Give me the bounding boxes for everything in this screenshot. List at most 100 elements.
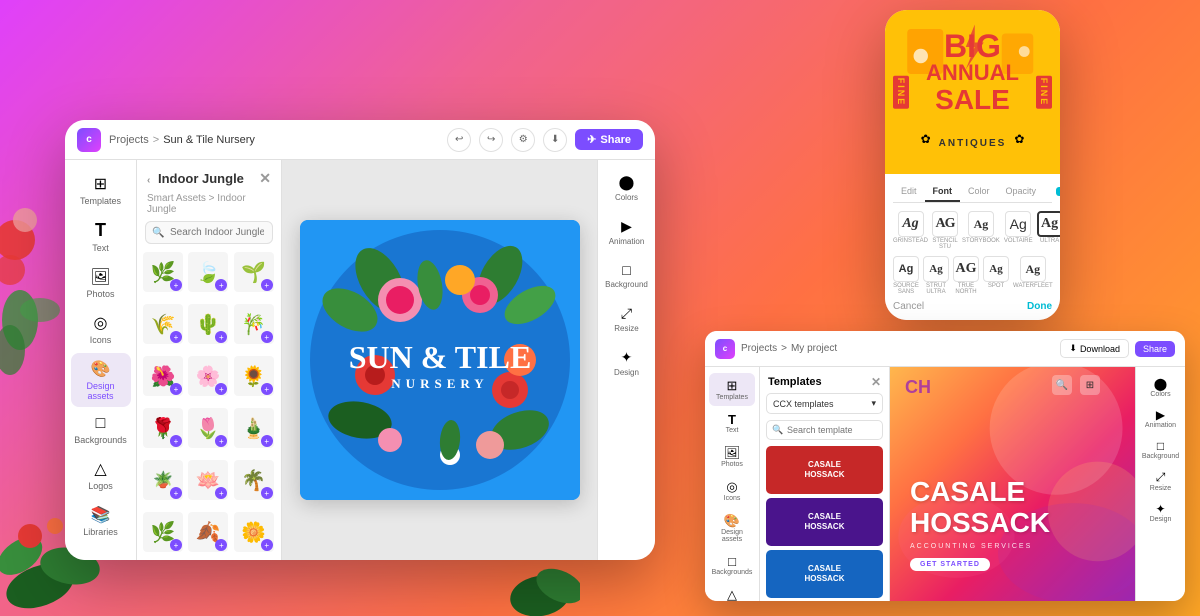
font-item-source-sans[interactable]: Ag SOURCE SANS xyxy=(893,256,919,295)
asset-item[interactable]: 🌼+ xyxy=(234,512,274,552)
asset-item[interactable]: 🍂+ xyxy=(188,512,228,552)
font-item-voltaire[interactable]: Ag VOLTAIRE xyxy=(1004,211,1033,250)
tab-new[interactable]: NEW xyxy=(1044,182,1060,202)
get-started-button[interactable]: GET STARTED xyxy=(910,558,990,571)
font-preview-grinstead: Ag xyxy=(898,211,924,237)
font-item-grinstead[interactable]: Ag GRINSTEAD xyxy=(893,211,928,250)
laptop-sidebar-item-icons[interactable]: ◎ Icons xyxy=(709,474,755,507)
template-dropdown-arrow: ▾ xyxy=(871,398,876,409)
asset-item[interactable]: 🌷+ xyxy=(188,408,228,448)
tool-resize[interactable]: ⤢ Resize xyxy=(602,299,652,339)
font-item-storybook[interactable]: Ag STORYBOOK xyxy=(962,211,1000,250)
share-button[interactable]: ✈Share xyxy=(575,129,643,150)
laptop-sidebar-label-icons: Icons xyxy=(724,495,741,502)
sidebar-item-photos[interactable]: 🖼 Photos xyxy=(71,261,131,305)
font-item-true-north[interactable]: AG TRUE NORTH xyxy=(953,256,979,295)
svg-text:NURSERY: NURSERY xyxy=(391,376,488,391)
tab-font[interactable]: Font xyxy=(925,182,961,202)
font-name-source-sans: SOURCE SANS xyxy=(893,283,919,295)
tool-label-resize: Resize xyxy=(614,324,638,333)
sidebar-item-design-assets[interactable]: 🎨 Design assets xyxy=(71,353,131,407)
asset-item[interactable]: 🌴+ xyxy=(234,460,274,500)
sidebar-item-backgrounds[interactable]: □ Backgrounds xyxy=(71,409,131,451)
breadcrumb-projects: Projects xyxy=(109,134,149,146)
tab-color[interactable]: Color xyxy=(960,182,998,202)
panel-close-button[interactable]: ✕ xyxy=(259,170,271,187)
font-item-strut-ultra[interactable]: Ag STRUT ULTRA xyxy=(923,256,949,295)
sidebar-label-libraries: Libraries xyxy=(83,527,118,537)
laptop-tool-design[interactable]: ✦ Design xyxy=(1140,498,1182,527)
asset-item[interactable]: 🌸+ xyxy=(188,356,228,396)
template-search-input[interactable] xyxy=(766,420,883,440)
laptop-tool-label-animation: Animation xyxy=(1145,422,1176,429)
redo-button[interactable]: ↪ xyxy=(479,128,503,152)
tool-background[interactable]: □ Background xyxy=(602,256,652,295)
asset-item[interactable]: 🌺+ xyxy=(143,356,183,396)
asset-item[interactable]: 🪷+ xyxy=(188,460,228,500)
sidebar-item-icons[interactable]: ◎ Icons xyxy=(71,307,131,351)
laptop-sidebar-item-text[interactable]: T Text xyxy=(709,407,755,439)
undo-button[interactable]: ↩ xyxy=(447,128,471,152)
cancel-button[interactable]: Cancel xyxy=(893,301,924,312)
template-panel-close[interactable]: ✕ xyxy=(871,375,881,389)
header-actions: ↩ ↪ ⚙ ⬇ ✈Share xyxy=(447,128,643,152)
design-canvas[interactable]: SUN & TILE NURSERY xyxy=(300,220,580,500)
sidebar-item-libraries[interactable]: 📚 Libraries xyxy=(71,499,131,543)
laptop-sidebar-item-logos[interactable]: △ Logos xyxy=(709,582,755,601)
download-button[interactable]: ⬇ xyxy=(543,128,567,152)
laptop-tool-animation[interactable]: ▶ Animation xyxy=(1140,404,1182,433)
asset-item[interactable]: 🍃+ xyxy=(188,252,228,292)
sidebar-item-text[interactable]: T Text xyxy=(71,214,131,259)
sidebar-item-logos[interactable]: △ Logos xyxy=(71,453,131,497)
asset-item[interactable]: 🪴+ xyxy=(143,460,183,500)
tool-design[interactable]: ✦ Design xyxy=(602,343,652,383)
laptop-share-button[interactable]: Share xyxy=(1135,341,1175,357)
asset-item[interactable]: 🌿+ xyxy=(143,512,183,552)
tab-opacity[interactable]: Opacity xyxy=(998,182,1045,202)
asset-item[interactable]: 🌿+ xyxy=(143,252,183,292)
laptop-sidebar-item-photos[interactable]: 🖼 Photos xyxy=(709,440,755,473)
laptop-tool-background[interactable]: □ Background xyxy=(1140,435,1182,464)
settings-button[interactable]: ⚙ xyxy=(511,128,535,152)
template-card-1[interactable]: CASALE HOSSACK xyxy=(766,446,883,494)
font-item-spot[interactable]: Ag SPOT xyxy=(983,256,1009,295)
background-icon: □ xyxy=(622,262,630,278)
asset-item[interactable]: 🌻+ xyxy=(234,356,274,396)
template-dropdown[interactable]: CCX templates ▾ xyxy=(766,393,883,414)
font-item-stencil[interactable]: AG STENCIL STU xyxy=(932,211,958,250)
template-card-3[interactable]: Casale Hossack xyxy=(766,550,883,598)
phone-actions: Cancel Done xyxy=(893,301,1052,312)
font-item-waterfleet[interactable]: Ag WATERFLEET xyxy=(1013,256,1053,295)
tab-edit[interactable]: Edit xyxy=(893,182,925,202)
tool-colors[interactable]: ⬤ Colors xyxy=(602,168,652,208)
asset-item[interactable]: 🎍+ xyxy=(234,408,274,448)
template-card-text-2: CASALE HOSSACK xyxy=(800,508,848,535)
asset-item[interactable]: 🌾+ xyxy=(143,304,183,344)
design-assets-icon: 🎨 xyxy=(91,359,111,379)
template-card-2[interactable]: CASALE HOSSACK xyxy=(766,498,883,546)
laptop-tool-colors[interactable]: ⬤ Colors xyxy=(1140,373,1182,402)
photos-icon: 🖼 xyxy=(90,267,110,287)
laptop-sidebar-label-photos: Photos xyxy=(721,461,743,468)
font-item-ultra[interactable]: Ag ULTRA xyxy=(1037,211,1060,250)
laptop-sidebar-item-backgrounds[interactable]: □ Backgrounds xyxy=(709,549,755,581)
laptop-sidebar-item-design-assets[interactable]: 🎨 Design assets xyxy=(709,508,755,548)
laptop-tool-resize[interactable]: ⤢ Resize xyxy=(1140,466,1182,496)
asset-item[interactable]: 🌹+ xyxy=(143,408,183,448)
laptop-download-button[interactable]: ⬇ Download xyxy=(1060,339,1129,358)
sidebar-item-templates[interactable]: ⊞ Templates xyxy=(71,168,131,212)
asset-item[interactable]: 🌵+ xyxy=(188,304,228,344)
tool-animation[interactable]: ▶ Animation xyxy=(602,212,652,252)
tablet-body: ⊞ Templates T Text 🖼 Photos ◎ Icons 🎨 De… xyxy=(65,160,655,560)
font-name-voltaire: VOLTAIRE xyxy=(1004,238,1033,244)
laptop-design-icon: ✦ xyxy=(1155,502,1165,516)
done-button[interactable]: Done xyxy=(1027,301,1052,312)
tool-label-background: Background xyxy=(605,280,648,289)
laptop-design-assets-icon: 🎨 xyxy=(724,513,740,529)
asset-item[interactable]: 🌱+ xyxy=(234,252,274,292)
sale-big-text: BIG xyxy=(885,30,1060,62)
asset-item[interactable]: 🎋+ xyxy=(234,304,274,344)
laptop-sidebar-item-templates[interactable]: ⊞ Templates xyxy=(709,373,755,406)
laptop-photos-icon: 🖼 xyxy=(724,445,741,461)
laptop-background-icon: □ xyxy=(1157,439,1164,453)
